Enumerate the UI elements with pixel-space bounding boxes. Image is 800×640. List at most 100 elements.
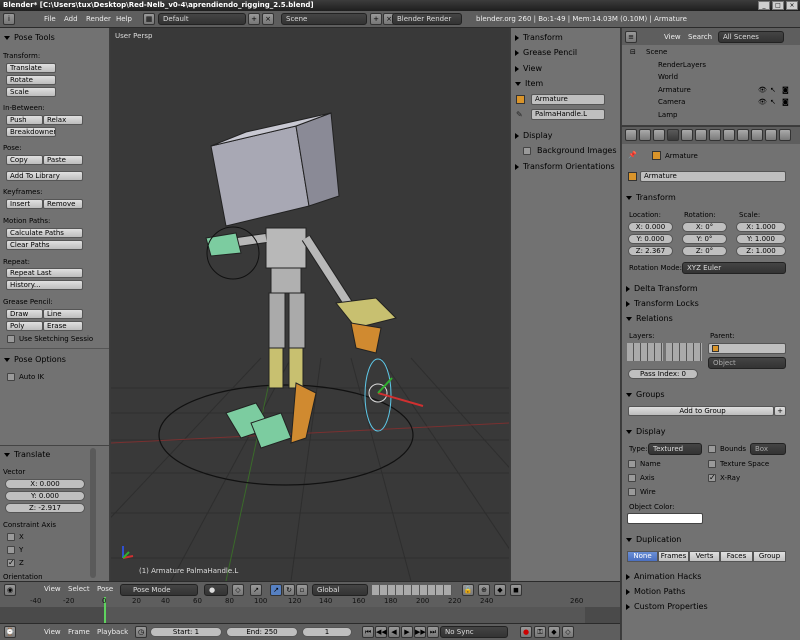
vh-pose-menu[interactable]: Pose	[97, 582, 113, 597]
np-transform-orient-header[interactable]: Transform Orientations	[515, 162, 615, 171]
item-bone-name[interactable]: PalmaHandle.L	[531, 109, 605, 120]
select-arrow-icon[interactable]: ↖	[770, 86, 776, 94]
menu-file[interactable]: File	[44, 11, 56, 28]
erase-button[interactable]: Erase	[43, 321, 83, 331]
outliner-renderlayers[interactable]: RenderLayers	[658, 61, 706, 69]
tab-render[interactable]	[625, 129, 637, 141]
start-frame-field[interactable]: Start: 1	[150, 627, 222, 637]
rotation-y[interactable]: Y: 0°	[682, 234, 727, 244]
location-z[interactable]: Z: 2.367	[628, 246, 673, 256]
tab-world[interactable]	[653, 129, 665, 141]
snap-icon[interactable]: ⊕	[478, 584, 490, 596]
bounds-checkbox[interactable]	[708, 445, 716, 453]
record-icon[interactable]: ●	[520, 626, 532, 638]
end-frame-field[interactable]: End: 250	[226, 627, 298, 637]
outliner-world[interactable]: World	[658, 73, 678, 81]
tab-bone[interactable]	[723, 129, 735, 141]
poly-button[interactable]: Poly	[6, 321, 43, 331]
outliner-filter-select[interactable]: All Scenes	[718, 31, 784, 43]
relations-header[interactable]: Relations	[626, 314, 673, 323]
custom-properties-header[interactable]: Custom Properties	[626, 602, 708, 611]
render-camera-icon-2[interactable]: ◙	[782, 98, 789, 106]
viewport-editor-icon[interactable]: ◉	[4, 584, 16, 596]
vh-view-menu[interactable]: View	[44, 582, 61, 597]
object-color-swatch[interactable]	[627, 513, 703, 524]
tab-constraints[interactable]	[681, 129, 693, 141]
dup-group[interactable]: Group	[753, 551, 786, 562]
np-item-header[interactable]: Item	[515, 79, 543, 88]
constraint-z-checkbox[interactable]: ✓	[7, 559, 15, 567]
rotation-x[interactable]: X: 0°	[682, 222, 727, 232]
tab-texture[interactable]	[765, 129, 777, 141]
axis-checkbox[interactable]	[628, 474, 636, 482]
pose-tools-header[interactable]: Pose Tools	[4, 33, 55, 42]
layers-grid-2[interactable]	[666, 343, 702, 361]
tab-data[interactable]	[709, 129, 721, 141]
translate-button[interactable]: Translate	[6, 63, 56, 73]
bounds-type-select[interactable]: Box	[750, 443, 786, 455]
remove-layout-button[interactable]: ×	[262, 13, 274, 25]
outliner-editor-icon[interactable]: ≡	[625, 31, 637, 43]
repeat-last-button[interactable]: Repeat Last	[6, 268, 83, 278]
current-frame-field[interactable]: 1	[302, 627, 352, 637]
duplication-header[interactable]: Duplication	[626, 535, 681, 544]
remove-keyframe-button[interactable]: Remove	[43, 199, 83, 209]
render-camera-icon[interactable]: ◙	[782, 86, 789, 94]
scale-x[interactable]: X: 1.000	[736, 222, 786, 232]
item-object-name[interactable]: Armature	[531, 94, 605, 105]
pose-options-header[interactable]: Pose Options	[4, 355, 66, 364]
opengl-render-icon[interactable]: ◼	[510, 584, 522, 596]
tab-modifiers[interactable]	[695, 129, 707, 141]
scene-select[interactable]: Scene	[281, 13, 367, 25]
object-name-field[interactable]: Armature	[640, 171, 786, 182]
mode-select[interactable]: Pose Mode	[120, 584, 198, 596]
rotation-mode-select[interactable]: XYZ Euler	[682, 262, 786, 274]
outliner-armature[interactable]: Armature	[658, 86, 691, 94]
manip-translate-icon[interactable]: ↗	[270, 584, 282, 596]
jump-start-icon[interactable]: ⏮	[362, 626, 374, 638]
outliner-view-menu[interactable]: View	[664, 33, 681, 41]
tl-playback-menu[interactable]: Playback	[97, 624, 128, 640]
scale-z[interactable]: Z: 1.000	[736, 246, 786, 256]
texture-space-checkbox[interactable]	[708, 460, 716, 468]
np-display-header[interactable]: Display	[515, 131, 553, 140]
wire-checkbox[interactable]	[628, 488, 636, 496]
rotate-button[interactable]: Rotate	[6, 75, 56, 85]
layer-buttons[interactable]	[372, 585, 452, 595]
timeline[interactable]: -40 -20 0 20 40 60 80 100 120 140 160 18…	[0, 597, 620, 623]
scale-button[interactable]: Scale	[6, 87, 56, 97]
np-view-header[interactable]: View	[515, 64, 542, 73]
play-icon[interactable]: ▶	[401, 626, 413, 638]
menu-help[interactable]: Help	[116, 11, 132, 28]
add-group-plus-button[interactable]: +	[774, 406, 786, 416]
manipulator-toggle[interactable]: ↗	[250, 584, 262, 596]
vector-z-field[interactable]: Z: -2.917	[5, 503, 85, 513]
add-layout-button[interactable]: +	[248, 13, 260, 25]
tl-frame-menu[interactable]: Frame	[68, 624, 90, 640]
maximize-button[interactable]: □	[772, 1, 784, 10]
tab-scene[interactable]	[639, 129, 651, 141]
tab-bone-constraints[interactable]	[737, 129, 749, 141]
np-grease-header[interactable]: Grease Pencil	[515, 48, 577, 57]
manip-rotate-icon[interactable]: ↻	[283, 584, 295, 596]
motion-paths-header[interactable]: Motion Paths	[626, 587, 685, 596]
display-type-select[interactable]: Textured	[648, 443, 702, 455]
history-button[interactable]: History...	[6, 280, 83, 290]
transform-manipulator[interactable]	[364, 358, 424, 432]
3d-viewport[interactable]: User Persp (1) Armature PalmaHandle.L	[111, 28, 509, 581]
minimize-button[interactable]: _	[758, 1, 770, 10]
play-reverse-icon[interactable]: ◀	[388, 626, 400, 638]
menu-render[interactable]: Render	[86, 11, 111, 28]
outliner-camera[interactable]: Camera	[658, 98, 685, 106]
tab-material[interactable]	[751, 129, 763, 141]
location-x[interactable]: X: 0.000	[628, 222, 673, 232]
pass-index-field[interactable]: Pass Index: 0	[628, 369, 698, 379]
visibility-eye-icon-2[interactable]: 👁	[758, 98, 767, 106]
constraint-x-checkbox[interactable]	[7, 533, 15, 541]
tab-physics[interactable]	[779, 129, 791, 141]
snap-target-icon[interactable]: ◆	[494, 584, 506, 596]
render-engine-select[interactable]: Blender Render	[392, 13, 462, 25]
transform-header[interactable]: Transform	[626, 193, 676, 202]
dup-frames[interactable]: Frames	[658, 551, 689, 562]
add-scene-button[interactable]: +	[370, 13, 382, 25]
